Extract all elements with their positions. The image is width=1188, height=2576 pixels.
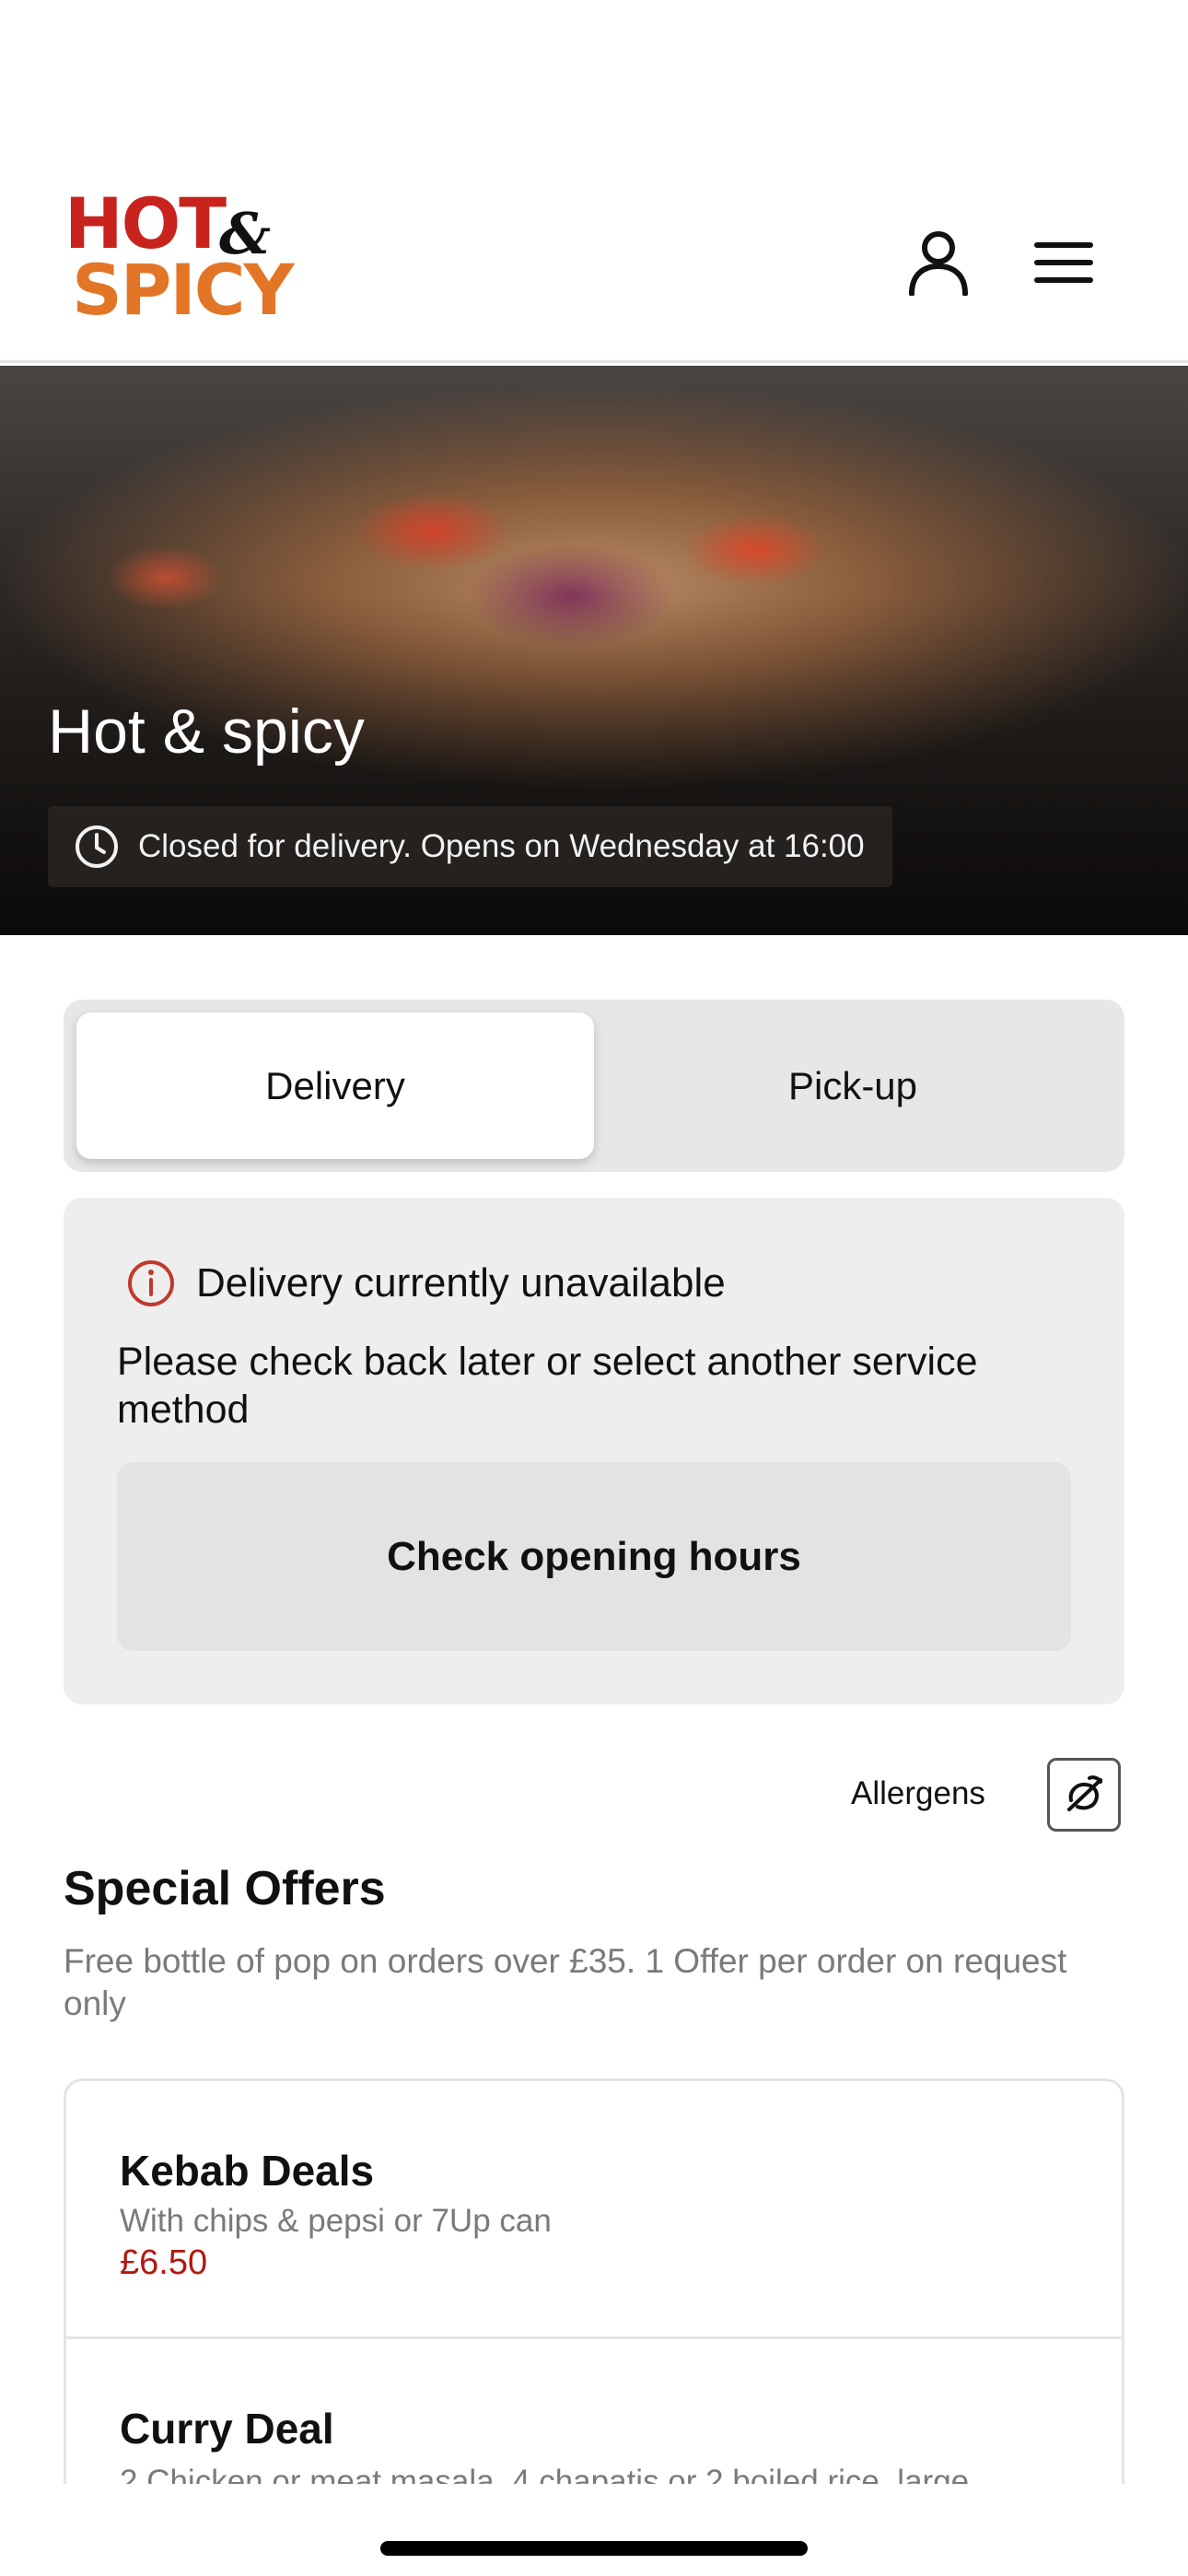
menu-item-description: With chips & pepsi or 7Up can [120, 2203, 552, 2239]
delivery-option[interactable]: Delivery [76, 1013, 594, 1159]
allergens-label[interactable]: Allergens [851, 1775, 985, 1812]
home-indicator[interactable] [380, 2541, 808, 2556]
menu-item-name: Curry Deal [120, 2405, 334, 2453]
restaurant-name: Hot & spicy [48, 697, 365, 767]
service-method-toggle: Delivery Pick-up [64, 1000, 1124, 1172]
delivery-status-text: Closed for delivery. Opens on Wednesday … [138, 828, 865, 864]
info-circle-icon [128, 1260, 174, 1306]
delivery-status-banner: Closed for delivery. Opens on Wednesday … [48, 806, 892, 887]
unavailable-title: Delivery currently unavailable [196, 1260, 726, 1306]
profile-button[interactable] [902, 226, 975, 299]
menu-item-name: Kebab Deals [120, 2147, 375, 2195]
pickup-option[interactable]: Pick-up [594, 1013, 1112, 1159]
special-offers-title: Special Offers [64, 1862, 386, 1915]
person-icon [909, 231, 968, 296]
menu-item-description: 2 Chicken or meat masala, 4 chapatis or … [120, 2464, 970, 2484]
menu-item-curry-deal[interactable]: Curry Deal 2 Chicken or meat masala, 4 c… [66, 2339, 1122, 2484]
unavailable-message: Please check back later or select anothe… [117, 1340, 978, 1432]
logo-text-spicy: SPICY [72, 249, 295, 331]
delivery-unavailable-card: Delivery currently unavailable Please ch… [64, 1198, 1124, 1704]
brand-logo[interactable]: HOT & SPICY [64, 189, 295, 336]
app-header: HOT & SPICY [0, 0, 1188, 363]
menu-item-kebab-deals[interactable]: Kebab Deals With chips & pepsi or 7Up ca… [66, 2081, 1122, 2339]
unavailable-header: Delivery currently unavailable [126, 1259, 726, 1308]
check-opening-hours-button[interactable]: Check opening hours [117, 1462, 1071, 1651]
hero-banner: Hot & spicy Closed for delivery. Opens o… [0, 366, 1188, 935]
menu-item-price: £6.50 [120, 2243, 208, 2282]
hamburger-menu-icon [1034, 242, 1093, 283]
menu-button[interactable] [1027, 226, 1101, 299]
allergen-icon [1067, 1775, 1102, 1811]
special-offers-description: Free bottle of pop on orders over £35. 1… [64, 1942, 1067, 2022]
menu-item-list: Kebab Deals With chips & pepsi or 7Up ca… [64, 2078, 1124, 2484]
clock-icon [76, 825, 118, 868]
allergens-button[interactable] [1047, 1758, 1121, 1832]
